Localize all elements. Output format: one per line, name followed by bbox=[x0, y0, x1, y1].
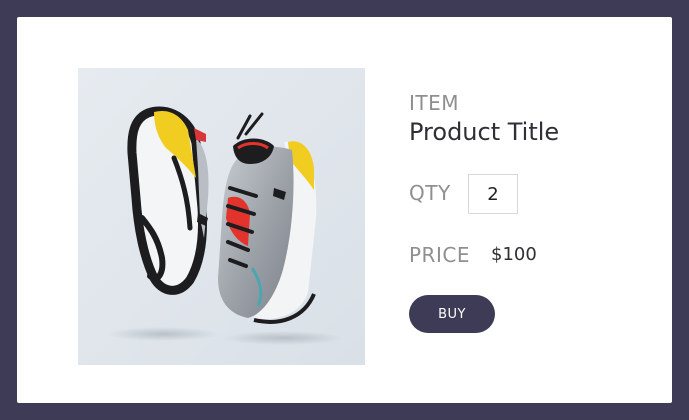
quantity-input[interactable] bbox=[468, 174, 518, 214]
price-label: PRICE bbox=[409, 243, 470, 267]
product-title: Product Title bbox=[409, 118, 560, 146]
price-value: $100 bbox=[491, 244, 537, 265]
buy-button[interactable]: BUY bbox=[409, 295, 495, 333]
product-card: ITEM Product Title QTY PRICE $100 BUY bbox=[17, 17, 672, 403]
qty-label: QTY bbox=[409, 181, 451, 205]
product-image bbox=[78, 68, 365, 365]
sneakers-photo-icon bbox=[78, 68, 365, 365]
item-label: ITEM bbox=[409, 91, 460, 115]
